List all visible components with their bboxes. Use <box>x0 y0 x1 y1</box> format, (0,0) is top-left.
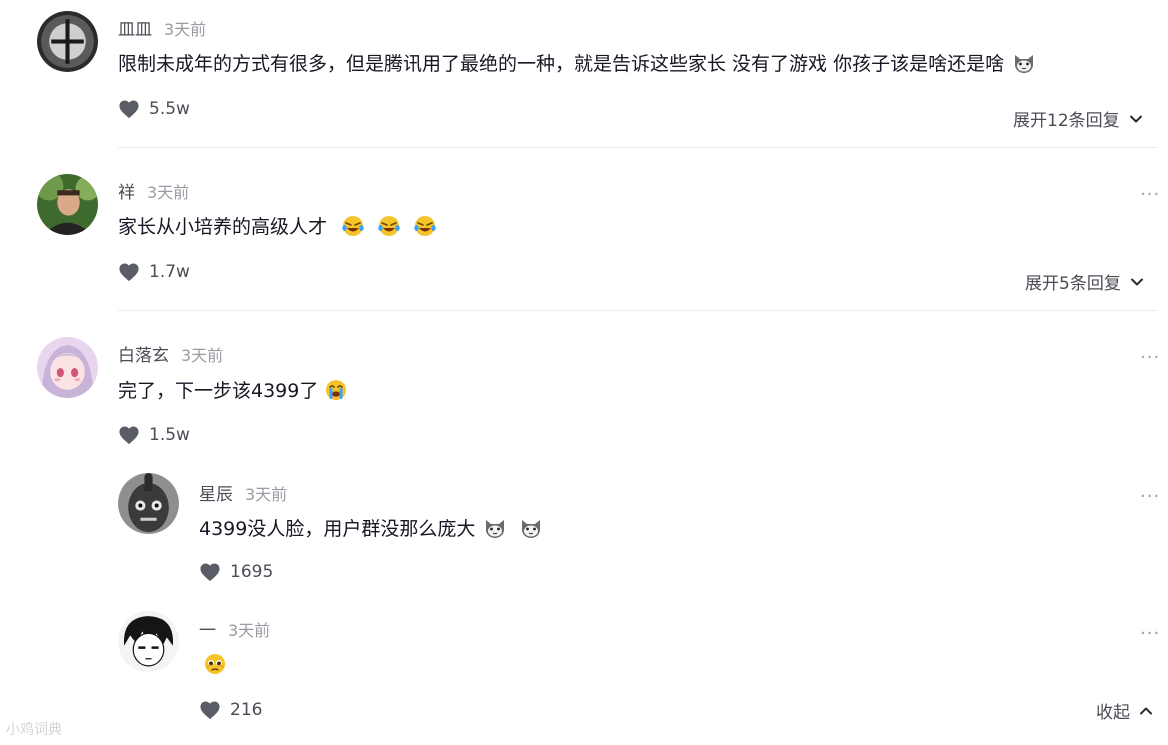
avatar[interactable] <box>118 611 179 672</box>
expand-replies-button[interactable]: 展开5条回复 <box>1025 269 1145 294</box>
divider <box>118 147 1158 148</box>
like-count: 216 <box>230 700 263 720</box>
expand-replies-label: 展开12条回复 <box>1013 111 1120 131</box>
like-count: 5.5w <box>149 99 190 119</box>
more-options-icon[interactable]: ··· <box>1140 488 1160 506</box>
chevron-down-icon <box>1130 278 1143 285</box>
comment-text-content: 家长从小培养的高级人才 <box>118 216 328 238</box>
more-options-icon[interactable]: ··· <box>1140 349 1160 367</box>
heart-icon <box>119 100 139 119</box>
comment-author[interactable]: 白落玄 3天前 <box>118 341 223 366</box>
comment-time: 3天前 <box>181 346 224 365</box>
crying-emoji <box>324 378 348 402</box>
heart-icon <box>200 701 220 720</box>
comment-author[interactable]: 星辰 3天前 <box>199 480 287 505</box>
like-count: 1695 <box>230 562 274 582</box>
laughing-crying-emoji <box>377 214 401 238</box>
expand-replies-button[interactable]: 展开12条回复 <box>1013 106 1144 131</box>
chevron-up-icon <box>1140 707 1152 714</box>
comment-text-content: 完了，下一步该4399了 <box>118 380 319 402</box>
username[interactable]: 皿皿 <box>118 20 152 40</box>
avatar[interactable] <box>118 473 179 534</box>
more-options-icon[interactable]: ··· <box>1140 625 1160 643</box>
expand-replies-label: 展开5条回复 <box>1025 274 1121 294</box>
pleading-emoji <box>203 652 227 676</box>
avatar[interactable] <box>37 337 98 398</box>
comment-time: 3天前 <box>228 621 271 640</box>
laughing-crying-emoji <box>413 214 437 238</box>
heart-icon <box>119 426 139 445</box>
laughing-crying-emoji <box>341 214 365 238</box>
comment-text: 完了，下一步该4399了 <box>118 378 348 404</box>
avatar[interactable] <box>37 174 98 235</box>
heart-icon <box>119 263 139 282</box>
heart-icon <box>200 563 220 582</box>
like-button[interactable]: 216 <box>199 700 262 720</box>
like-button[interactable]: 1.5w <box>118 425 190 445</box>
avatar[interactable] <box>37 11 98 72</box>
watermark: 小鸡词典 <box>6 722 62 738</box>
comment-author[interactable]: 皿皿 3天前 <box>118 15 206 40</box>
like-count: 1.7w <box>149 262 190 282</box>
cat-face-emoji <box>1012 51 1036 75</box>
username[interactable]: 祥 <box>118 183 135 203</box>
comment-text <box>199 652 227 678</box>
cat-face-emoji <box>483 516 507 540</box>
chevron-down-icon <box>1129 115 1142 122</box>
comment-time: 3天前 <box>147 183 190 202</box>
like-button[interactable]: 1695 <box>199 562 273 582</box>
comment-text: 限制未成年的方式有很多，但是腾讯用了最绝的一种，就是告诉这些家长 没有了游戏 你… <box>118 51 1036 77</box>
more-options-icon[interactable]: ··· <box>1140 186 1160 204</box>
collapse-replies-label: 收起 <box>1096 703 1130 723</box>
username[interactable]: 白落玄 <box>118 346 169 366</box>
cat-face-emoji <box>519 516 543 540</box>
comment-text: 家长从小培养的高级人才 <box>118 214 437 240</box>
username[interactable]: 一 <box>199 621 216 641</box>
divider <box>118 310 1158 311</box>
username[interactable]: 星辰 <box>199 485 233 505</box>
comment-text-content: 4399没人脸，用户群没那么庞大 <box>199 518 476 540</box>
comment-time: 3天前 <box>245 485 288 504</box>
comment-text-content: 限制未成年的方式有很多，但是腾讯用了最绝的一种，就是告诉这些家长 没有了游戏 你… <box>118 53 1005 75</box>
comment-author[interactable]: 一 3天前 <box>199 616 270 641</box>
like-button[interactable]: 1.7w <box>118 262 190 282</box>
comment-author[interactable]: 祥 3天前 <box>118 178 189 203</box>
comment-time: 3天前 <box>164 20 207 39</box>
comment-text: 4399没人脸，用户群没那么庞大 <box>199 516 543 542</box>
like-count: 1.5w <box>149 425 190 445</box>
collapse-replies-button[interactable]: 收起 <box>1096 698 1154 723</box>
like-button[interactable]: 5.5w <box>118 99 190 119</box>
